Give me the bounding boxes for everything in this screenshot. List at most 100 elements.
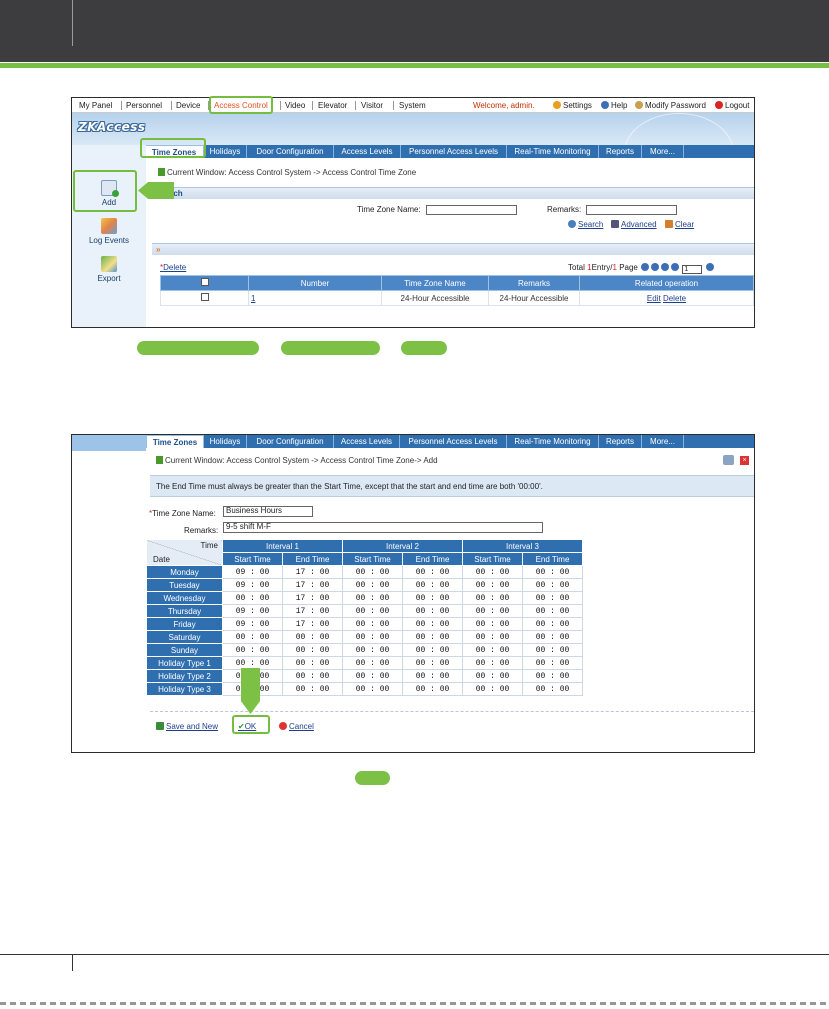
remarks-input[interactable]: 9-5 shift M-F bbox=[223, 522, 543, 533]
time-field[interactable]: 00 : 00 bbox=[402, 565, 463, 579]
time-field[interactable]: 00 : 00 bbox=[342, 565, 403, 579]
time-field[interactable]: 00 : 00 bbox=[462, 604, 523, 618]
menu-personnel[interactable]: Personnel bbox=[126, 101, 162, 110]
row-number-link[interactable]: 1 bbox=[251, 294, 255, 303]
time-field[interactable]: 00 : 00 bbox=[402, 669, 463, 683]
remarks-search-input[interactable] bbox=[586, 205, 677, 215]
menu-my-panel[interactable]: My Panel bbox=[79, 101, 112, 110]
time-field[interactable]: 00 : 00 bbox=[462, 656, 523, 670]
next-page-icon[interactable] bbox=[661, 263, 670, 271]
prev-page-icon[interactable] bbox=[651, 263, 660, 271]
search-link[interactable]: Search bbox=[568, 220, 603, 229]
log-events-action[interactable]: Log Events bbox=[72, 218, 146, 245]
close-icon[interactable]: × bbox=[740, 456, 749, 465]
tab-door-configuration[interactable]: Door Configuration bbox=[247, 435, 334, 448]
menu-device[interactable]: Device bbox=[176, 101, 200, 110]
time-field[interactable]: 00 : 00 bbox=[342, 578, 403, 592]
time-field[interactable]: 09 : 00 bbox=[222, 578, 283, 592]
logout-link[interactable]: Logout bbox=[715, 101, 749, 110]
tab-reports[interactable]: Reports bbox=[599, 145, 642, 158]
last-page-icon[interactable] bbox=[671, 263, 680, 271]
select-all-checkbox[interactable] bbox=[200, 278, 209, 286]
time-field[interactable]: 00 : 00 bbox=[222, 643, 283, 657]
time-field[interactable]: 00 : 00 bbox=[402, 643, 463, 657]
go-page-icon[interactable] bbox=[705, 263, 714, 271]
time-field[interactable]: 00 : 00 bbox=[342, 669, 403, 683]
time-field[interactable]: 00 : 00 bbox=[522, 591, 583, 605]
time-field[interactable]: 00 : 00 bbox=[522, 656, 583, 670]
edit-page-icon[interactable] bbox=[723, 455, 734, 465]
time-field[interactable]: 00 : 00 bbox=[402, 682, 463, 696]
tab-holidays[interactable]: Holidays bbox=[204, 435, 247, 448]
time-field[interactable]: 17 : 00 bbox=[282, 578, 343, 592]
time-field[interactable]: 00 : 00 bbox=[462, 578, 523, 592]
time-field[interactable]: 00 : 00 bbox=[222, 656, 283, 670]
time-field[interactable]: 00 : 00 bbox=[522, 578, 583, 592]
advanced-link[interactable]: Advanced bbox=[611, 220, 657, 229]
time-field[interactable]: 00 : 00 bbox=[462, 565, 523, 579]
time-field[interactable]: 00 : 00 bbox=[402, 604, 463, 618]
help-link[interactable]: Help bbox=[601, 101, 627, 110]
export-action[interactable]: Export bbox=[72, 256, 146, 283]
clear-link[interactable]: Clear bbox=[665, 220, 694, 229]
time-field[interactable]: 00 : 00 bbox=[282, 643, 343, 657]
time-field[interactable]: 00 : 00 bbox=[462, 591, 523, 605]
time-field[interactable]: 00 : 00 bbox=[522, 630, 583, 644]
tab-holidays[interactable]: Holidays bbox=[204, 145, 247, 158]
time-field[interactable]: 00 : 00 bbox=[522, 682, 583, 696]
time-field[interactable]: 00 : 00 bbox=[282, 630, 343, 644]
tab-personnel-access-levels[interactable]: Personnel Access Levels bbox=[400, 435, 507, 448]
time-field[interactable]: 00 : 00 bbox=[522, 643, 583, 657]
time-field[interactable]: 00 : 00 bbox=[342, 604, 403, 618]
time-field[interactable]: 00 : 00 bbox=[462, 643, 523, 657]
tz-name-search-input[interactable] bbox=[426, 205, 517, 215]
time-field[interactable]: 00 : 00 bbox=[342, 643, 403, 657]
row-edit-link[interactable]: Edit bbox=[647, 294, 661, 303]
time-field[interactable]: 00 : 00 bbox=[462, 669, 523, 683]
menu-visitor[interactable]: Visitor bbox=[361, 101, 383, 110]
tab-more[interactable]: More... bbox=[642, 435, 684, 448]
menu-elevator[interactable]: Elevator bbox=[318, 101, 347, 110]
time-field[interactable]: 00 : 00 bbox=[342, 656, 403, 670]
page-number-input[interactable]: 1 bbox=[682, 265, 703, 274]
time-field[interactable]: 00 : 00 bbox=[522, 565, 583, 579]
time-field[interactable]: 00 : 00 bbox=[342, 617, 403, 631]
time-field[interactable]: 00 : 00 bbox=[222, 630, 283, 644]
row-checkbox[interactable] bbox=[200, 293, 209, 301]
tab-more[interactable]: More... bbox=[642, 145, 684, 158]
time-field[interactable]: 00 : 00 bbox=[402, 591, 463, 605]
tz-name-input[interactable]: Business Hours bbox=[223, 506, 313, 517]
time-field[interactable]: 00 : 00 bbox=[522, 669, 583, 683]
tab-real-time-monitoring[interactable]: Real-Time Monitoring bbox=[507, 435, 599, 448]
time-field[interactable]: 00 : 00 bbox=[522, 604, 583, 618]
row-delete-link[interactable]: Delete bbox=[663, 294, 686, 303]
cancel-button[interactable]: Cancel bbox=[279, 722, 314, 731]
time-field[interactable]: 00 : 00 bbox=[402, 617, 463, 631]
time-field[interactable]: 00 : 00 bbox=[342, 591, 403, 605]
time-field[interactable]: 09 : 00 bbox=[222, 604, 283, 618]
time-field[interactable]: 17 : 00 bbox=[282, 617, 343, 631]
time-field[interactable]: 00 : 00 bbox=[282, 656, 343, 670]
tab-access-levels[interactable]: Access Levels bbox=[334, 435, 400, 448]
time-field[interactable]: 00 : 00 bbox=[402, 656, 463, 670]
time-field[interactable]: 00 : 00 bbox=[462, 630, 523, 644]
time-field[interactable]: 00 : 00 bbox=[282, 669, 343, 683]
settings-link[interactable]: Settings bbox=[553, 101, 592, 110]
time-field[interactable]: 00 : 00 bbox=[222, 591, 283, 605]
time-field[interactable]: 17 : 00 bbox=[282, 591, 343, 605]
time-field[interactable]: 17 : 00 bbox=[282, 565, 343, 579]
time-field[interactable]: 17 : 00 bbox=[282, 604, 343, 618]
save-and-new-button[interactable]: Save and New bbox=[156, 722, 218, 731]
tab-real-time-monitoring[interactable]: Real-Time Monitoring bbox=[507, 145, 599, 158]
time-field[interactable]: 00 : 00 bbox=[402, 578, 463, 592]
time-field[interactable]: 00 : 00 bbox=[342, 630, 403, 644]
tab-personnel-access-levels[interactable]: Personnel Access Levels bbox=[401, 145, 507, 158]
time-field[interactable]: 00 : 00 bbox=[342, 682, 403, 696]
time-field[interactable]: 00 : 00 bbox=[462, 682, 523, 696]
delete-selected-link[interactable]: *Delete bbox=[160, 263, 186, 272]
time-field[interactable]: 00 : 00 bbox=[282, 682, 343, 696]
tab-time-zones[interactable]: Time Zones bbox=[146, 435, 204, 448]
time-field[interactable]: 00 : 00 bbox=[522, 617, 583, 631]
modify-password-link[interactable]: Modify Password bbox=[635, 101, 706, 110]
first-page-icon[interactable] bbox=[641, 263, 650, 271]
